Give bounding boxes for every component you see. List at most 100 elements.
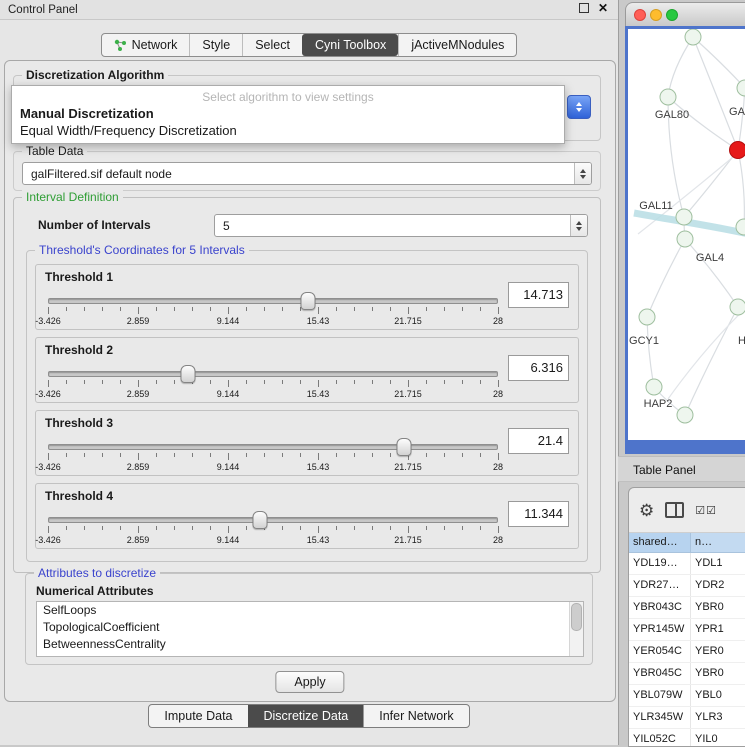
dropdown-item-equal-width[interactable]: Equal Width/Frequency Discretization [12, 122, 564, 139]
tick-mark [210, 380, 211, 384]
table-cell[interactable]: YPR1 [691, 619, 745, 640]
network-node[interactable] [736, 219, 745, 236]
network-node[interactable] [646, 379, 663, 396]
table-cell[interactable]: YDL1 [691, 553, 745, 574]
tab-network[interactable]: Network [102, 34, 190, 56]
network-canvas[interactable]: GAL80GAGAL11GAL4GCY1HHAP2 [628, 29, 745, 440]
tab-cyni-toolbox[interactable]: Cyni Toolbox [302, 34, 398, 56]
table-row[interactable]: YIL052CYIL0 [629, 729, 745, 747]
threshold-value-field[interactable]: 11.344 [508, 501, 569, 527]
table-cell[interactable]: YBL079W [629, 685, 691, 706]
table-cell[interactable]: YDR27… [629, 575, 691, 596]
combo-stepper-icon[interactable] [574, 163, 591, 184]
table-cell[interactable]: YDR2 [691, 575, 745, 596]
network-node-red[interactable] [729, 141, 745, 159]
close-icon[interactable]: ✕ [598, 2, 608, 14]
network-node[interactable] [677, 407, 694, 424]
attribute-list-item[interactable]: TopologicalCoefficient [37, 619, 583, 636]
slider-handle[interactable] [180, 365, 195, 383]
table-cell[interactable]: YBR045C [629, 663, 691, 684]
table-row[interactable]: YLR345WYLR3 [629, 707, 745, 729]
threshold-value-field[interactable]: 14.713 [508, 282, 569, 308]
numerical-attributes-list[interactable]: SelfLoopsTopologicalCoefficientBetweenne… [36, 601, 584, 657]
network-node-label: GAL4 [696, 252, 724, 264]
table-cell[interactable]: YLR345W [629, 707, 691, 728]
table-cell[interactable]: YBL0 [691, 685, 745, 706]
table-cell[interactable]: YBR043C [629, 597, 691, 618]
table-row[interactable]: YER054CYER0 [629, 641, 745, 663]
control-panel-window: Control Panel ✕ Network Styl [0, 0, 619, 745]
attribute-list-item[interactable]: BetweennessCentrality [37, 636, 583, 653]
select-columns-icons[interactable]: ☑☑ [695, 504, 717, 517]
tick-label: 2.859 [127, 535, 150, 545]
scrollbar-thumb[interactable] [571, 603, 582, 631]
network-node[interactable] [677, 231, 694, 248]
table-data-combo[interactable]: galFiltered.sif default node [22, 162, 592, 185]
threshold-label: Threshold 3 [45, 416, 113, 430]
table-rows: YDL19…YDL1YDR27…YDR2YBR043CYBR0YPR145WYP… [629, 553, 745, 747]
apply-button[interactable]: Apply [275, 671, 344, 693]
tick-mark [408, 380, 409, 387]
down-arrow-icon [576, 108, 582, 112]
tick-mark [390, 380, 391, 384]
tick-mark [498, 453, 499, 460]
minimize-traffic-light[interactable] [650, 9, 662, 21]
table-cell[interactable]: YBR0 [691, 597, 745, 618]
tab-jactivemnodules[interactable]: jActiveMNodules [398, 34, 516, 56]
tick-label: 21.715 [394, 389, 422, 399]
table-row[interactable]: YBR045CYBR0 [629, 663, 745, 685]
tab-infer-network[interactable]: Infer Network [363, 705, 468, 727]
tab-select[interactable]: Select [242, 34, 302, 56]
table-row[interactable]: YDL19…YDL1 [629, 553, 745, 575]
column-header-name[interactable]: n… [691, 533, 745, 552]
tab-discretize-data[interactable]: Discretize Data [248, 705, 364, 727]
tick-mark [390, 453, 391, 457]
table-cell[interactable]: YBR0 [691, 663, 745, 684]
close-traffic-light[interactable] [634, 9, 646, 21]
table-cell[interactable]: YPR145W [629, 619, 691, 640]
combo-stepper-icon[interactable] [570, 215, 587, 236]
threshold-value-field[interactable]: 21.4 [508, 428, 569, 454]
threshold-slider[interactable]: -3.4262.8599.14415.4321.71528 [48, 368, 498, 398]
algorithm-combo-stepper[interactable] [567, 95, 591, 119]
tick-mark [48, 526, 49, 533]
tick-mark [246, 526, 247, 530]
table-row[interactable]: YDR27…YDR2 [629, 575, 745, 597]
float-window-icon[interactable] [579, 3, 589, 13]
table-row[interactable]: YBL079WYBL0 [629, 685, 745, 707]
gear-icon[interactable]: ⚙ [639, 502, 654, 519]
threshold-slider[interactable]: -3.4262.8599.14415.4321.71528 [48, 295, 498, 325]
tick-label: 28 [493, 389, 503, 399]
table-cell[interactable]: YIL052C [629, 729, 691, 747]
threshold-slider[interactable]: -3.4262.8599.14415.4321.71528 [48, 441, 498, 471]
table-row[interactable]: YPR145WYPR1 [629, 619, 745, 641]
threshold-slider[interactable]: -3.4262.8599.14415.4321.71528 [48, 514, 498, 544]
network-node[interactable] [660, 89, 677, 106]
tick-mark [480, 453, 481, 457]
zoom-traffic-light[interactable] [666, 9, 678, 21]
network-node[interactable] [676, 209, 693, 226]
threshold-value-field[interactable]: 6.316 [508, 355, 569, 381]
table-cell[interactable]: YDL19… [629, 553, 691, 574]
num-intervals-combo[interactable]: 5 [214, 214, 588, 237]
table-cell[interactable]: YLR3 [691, 707, 745, 728]
table-cell[interactable]: YER0 [691, 641, 745, 662]
tab-style[interactable]: Style [189, 34, 242, 56]
network-node[interactable] [730, 299, 745, 316]
column-header-shared-name[interactable]: shared… [629, 533, 691, 552]
table-cell[interactable]: YIL0 [691, 729, 745, 747]
list-scrollbar[interactable] [569, 602, 583, 656]
dropdown-item-manual-discretization[interactable]: Manual Discretization [12, 105, 564, 122]
table-row[interactable]: YBR043CYBR0 [629, 597, 745, 619]
tick-mark [336, 380, 337, 384]
tab-impute-data[interactable]: Impute Data [149, 705, 247, 727]
slider-handle[interactable] [396, 438, 411, 456]
attribute-list-item[interactable]: SelfLoops [37, 602, 583, 619]
slider-handle[interactable] [252, 511, 267, 529]
network-node[interactable] [639, 309, 656, 326]
slider-handle[interactable] [300, 292, 315, 310]
show-columns-icon[interactable] [665, 502, 684, 518]
table-cell[interactable]: YER054C [629, 641, 691, 662]
network-node[interactable] [685, 29, 702, 46]
tick-mark [480, 526, 481, 530]
